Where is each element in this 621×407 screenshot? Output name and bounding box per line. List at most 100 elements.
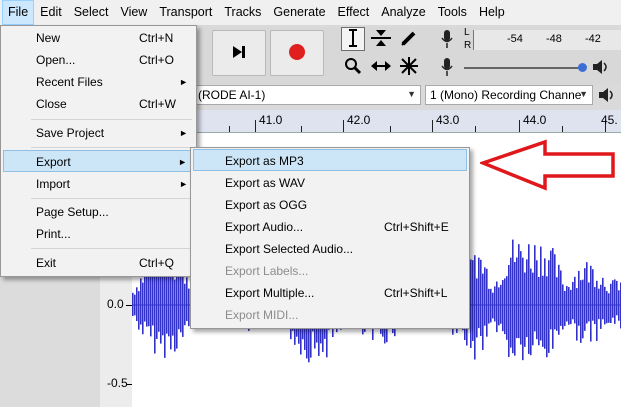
menu-item-label: Open... [36,53,76,67]
record-icon [288,43,306,64]
skip-end-button[interactable] [212,30,266,76]
meter-tick: -42 [585,33,601,45]
meter-tick: -54 [507,33,523,45]
menu-item-label: Export as MP3 [225,154,304,168]
speaker-icon[interactable] [598,86,616,107]
y-axis-tick [126,384,132,385]
menu-item-export-audio[interactable]: Export Audio... Ctrl+Shift+E [193,216,467,238]
chevron-right-icon: ► [179,128,188,138]
menu-separator [31,198,192,199]
meter-label-r: R [464,40,472,51]
selection-tool-icon [347,28,359,50]
draw-tool-icon [400,29,418,50]
menu-item-export-selected-audio[interactable]: Export Selected Audio... [193,238,467,260]
chevron-right-icon: ► [178,157,187,167]
zoom-tool-button[interactable] [341,55,365,79]
microphone-icon[interactable] [440,57,454,80]
menu-item-export-mp3[interactable]: Export as MP3 [193,149,467,171]
menu-generate[interactable]: Generate [267,0,331,25]
menu-item-label: Export MIDI... [225,308,299,322]
chevron-down-icon: ▼ [407,89,416,99]
menu-item-shortcut: Ctrl+Q [139,256,175,270]
input-volume-slider-thumb[interactable] [578,63,587,72]
menu-tracks[interactable]: Tracks [218,0,267,25]
chevron-right-icon: ► [179,77,188,87]
menu-item-label: Export Selected Audio... [225,242,354,256]
menu-item-print[interactable]: Print... [3,223,194,245]
menu-edit[interactable]: Edit [34,0,68,25]
menu-item-save-project[interactable]: Save Project ► [3,122,194,144]
menu-item-shortcut: Ctrl+Shift+E [384,220,449,234]
multi-tool-button[interactable] [397,55,421,79]
menu-item-label: Close [36,97,67,111]
menu-tools[interactable]: Tools [432,0,473,25]
menu-item-new[interactable]: New Ctrl+N [3,27,194,49]
menu-item-label: Export Multiple... [225,286,315,300]
menu-item-recent-files[interactable]: Recent Files ► [3,71,194,93]
menu-item-export[interactable]: Export ► [3,150,194,172]
menu-separator [31,147,192,148]
menu-item-close[interactable]: Close Ctrl+W [3,93,194,115]
file-menu: New Ctrl+N Open... Ctrl+O Recent Files ►… [0,25,197,277]
envelope-tool-icon [370,28,392,51]
menu-item-label: Print... [36,227,71,241]
recording-device-select[interactable]: (RODE AI-1) ▼ [193,85,421,105]
menu-file[interactable]: File [2,0,35,25]
record-button[interactable] [270,30,324,76]
zoom-tool-icon [344,57,362,78]
menu-item-export-wav[interactable]: Export as WAV [193,172,467,194]
menu-item-label: New [36,31,61,45]
menu-item-label: Import [36,177,71,191]
input-volume-slider[interactable] [464,67,586,69]
menu-item-shortcut: Ctrl+O [139,53,175,67]
menu-item-shortcut: Ctrl+W [139,97,176,111]
menu-effect[interactable]: Effect [332,0,376,25]
menu-item-label: Page Setup... [36,205,109,219]
meter-tick: -48 [546,33,562,45]
menu-item-open[interactable]: Open... Ctrl+O [3,49,194,71]
menu-item-label: Save Project [36,126,105,140]
recording-channels-select[interactable]: 1 (Mono) Recording Channe ▼ [425,85,593,105]
menu-item-exit[interactable]: Exit Ctrl+Q [3,252,194,274]
multi-tool-icon [399,56,419,79]
menu-item-shortcut: Ctrl+N [139,31,174,45]
y-axis-label: 0.0 [107,297,124,311]
chevron-down-icon: ▼ [579,89,588,99]
timeshift-tool-button[interactable] [369,55,393,79]
envelope-tool-button[interactable] [369,27,393,51]
ruler-label: 41.0 [259,113,283,127]
menu-select[interactable]: Select [68,0,115,25]
ruler-label: 45. [601,113,618,127]
menu-view[interactable]: View [114,0,153,25]
menu-item-label: Export [36,155,71,169]
speaker-icon[interactable] [592,58,610,79]
menu-separator [31,119,192,120]
menu-item-import[interactable]: Import ► [3,173,194,195]
selection-tool-button[interactable] [341,27,365,51]
microphone-icon[interactable] [440,29,454,52]
menu-item-export-labels: Export Labels... [193,260,467,282]
menu-help[interactable]: Help [473,0,511,25]
y-axis-tick [126,305,132,306]
skip-end-icon [232,45,246,62]
menu-analyze[interactable]: Analyze [375,0,431,25]
menu-item-label: Exit [36,256,57,270]
menu-item-label: Export Labels... [225,264,309,278]
ruler-label: 43.0 [436,113,460,127]
menu-item-export-multiple[interactable]: Export Multiple... Ctrl+Shift+L [193,282,467,304]
menu-item-export-ogg[interactable]: Export as OGG [193,194,467,216]
menu-item-label: Export Audio... [225,220,304,234]
recording-device-value: (RODE AI-1) [198,88,266,102]
menu-item-label: Recent Files [36,75,103,89]
menu-bar: File Edit Select View Transport Tracks G… [0,0,621,26]
pointer-arrow-annotation [480,139,615,191]
menu-item-page-setup[interactable]: Page Setup... [3,201,194,223]
chevron-right-icon: ► [179,179,188,189]
y-axis-label: -0.5 [107,376,128,390]
ruler-label: 42.0 [347,113,371,127]
export-submenu: Export as MP3 Export as WAV Export as OG… [190,147,470,329]
meter-label-l: L [464,27,470,38]
menu-separator [31,248,192,249]
menu-transport[interactable]: Transport [153,0,218,25]
draw-tool-button[interactable] [397,27,421,51]
